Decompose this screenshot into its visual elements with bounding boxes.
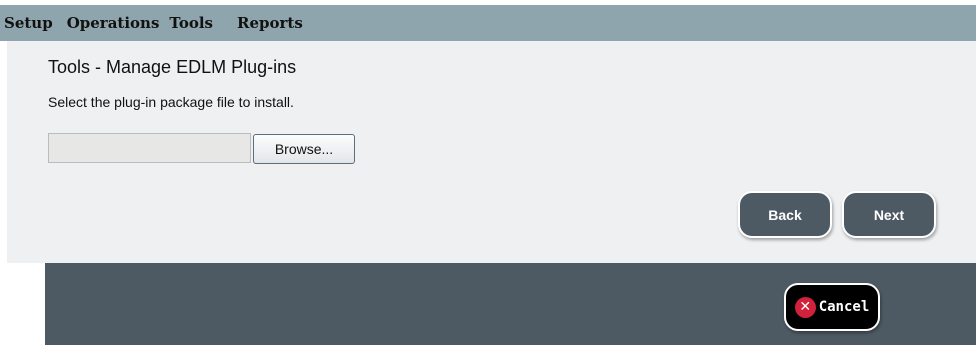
main-panel: Tools - Manage EDLM Plug-ins Select the … [7,41,976,263]
file-path-input[interactable] [48,133,251,163]
menu-item-tools[interactable]: Tools [169,14,213,32]
menu-item-setup[interactable]: Setup [4,14,53,32]
cancel-button-label: Cancel [818,299,870,315]
instruction-text: Select the plug-in package file to insta… [48,94,294,110]
menu-item-reports[interactable]: Reports [237,14,303,32]
browse-button[interactable]: Browse... [253,134,355,164]
menu-item-operations[interactable]: Operations [67,14,160,32]
menu-bar: Setup Operations Tools Reports [0,5,976,41]
footer-bar: ✕ Cancel [45,263,976,345]
cancel-button[interactable]: ✕ Cancel [784,283,880,331]
next-button[interactable]: Next [842,191,936,238]
back-button[interactable]: Back [738,191,832,238]
x-circle-icon: ✕ [794,296,816,318]
page-title: Tools - Manage EDLM Plug-ins [48,57,297,77]
